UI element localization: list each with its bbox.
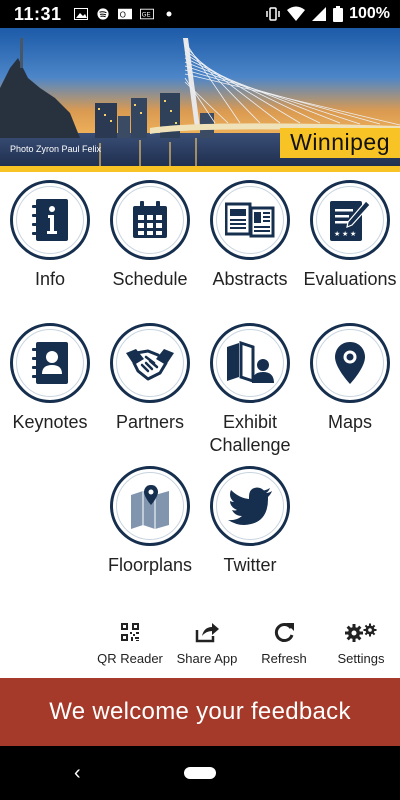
vibrate-icon — [266, 7, 280, 21]
exhibit-challenge-label: Exhibit Challenge — [200, 411, 300, 457]
wifi-icon — [287, 6, 306, 21]
abstracts-icon — [225, 202, 275, 238]
maps-tile-ring — [310, 323, 390, 403]
battery-icon — [333, 6, 344, 22]
svg-text:O: O — [119, 11, 125, 20]
info-icon — [32, 199, 68, 241]
qr-reader-label: QR Reader — [97, 651, 163, 666]
schedule-label: Schedule — [112, 269, 188, 289]
svg-text:GE: GE — [141, 12, 150, 19]
abstracts-tile[interactable]: Abstracts — [200, 180, 300, 291]
status-bar: 11:31 O GE 100% — [0, 0, 400, 28]
exhibit-challenge-label-line2: Challenge — [209, 435, 291, 455]
partners-tile-ring — [110, 323, 190, 403]
status-right: 100% — [265, 0, 390, 28]
share-app-button[interactable]: Share App — [168, 620, 246, 666]
home-pill-icon[interactable] — [184, 767, 216, 779]
system-nav-bar: ‹ — [0, 746, 400, 800]
maps-label: Maps — [327, 412, 372, 432]
keynotes-label: Keynotes — [12, 412, 88, 432]
exhibit-icon — [227, 341, 274, 384]
calendar-icon — [133, 201, 167, 238]
evaluations-tile-ring: ★ ★ ★ — [310, 180, 390, 260]
svg-text:★: ★ — [342, 230, 348, 238]
battery-percent: 100% — [349, 5, 390, 22]
refresh-button[interactable]: Refresh — [245, 620, 323, 666]
floorplans-tile-ring — [110, 466, 190, 546]
info-tile[interactable]: Info — [0, 180, 100, 291]
hero-banner: Photo Zyron Paul Felix Winnipeg — [0, 28, 400, 172]
map-pin-icon — [335, 342, 365, 384]
info-label: Info — [34, 269, 66, 289]
exhibit-challenge-tile[interactable]: Exhibit Challenge — [200, 323, 300, 457]
contact-book-icon — [32, 342, 68, 384]
twitter-icon — [228, 487, 272, 525]
settings-button[interactable]: Settings — [322, 620, 400, 666]
evaluations-icon: ★ ★ ★ — [330, 200, 371, 241]
twitter-label: Twitter — [223, 555, 277, 575]
maps-tile[interactable]: Maps — [300, 323, 400, 434]
hero-divider — [0, 166, 400, 172]
schedule-tile[interactable]: Schedule — [100, 180, 200, 291]
partners-label: Partners — [115, 412, 185, 432]
feedback-label: We welcome your feedback — [49, 698, 351, 725]
info-tile-ring — [10, 180, 90, 260]
qr-reader-button[interactable]: QR Reader — [91, 620, 169, 666]
share-icon — [195, 623, 219, 643]
keynotes-tile-ring — [10, 323, 90, 403]
abstracts-tile-ring — [210, 180, 290, 260]
floorplans-label: Floorplans — [107, 555, 193, 575]
schedule-tile-ring — [110, 180, 190, 260]
status-time: 11:31 — [14, 3, 62, 24]
settings-label: Settings — [337, 651, 385, 666]
city-name-badge: Winnipeg — [280, 128, 400, 158]
floorplans-tile[interactable]: Floorplans — [100, 466, 200, 577]
handshake-icon — [126, 349, 174, 381]
notification-icons: O GE — [73, 8, 176, 20]
photo-credit: Photo Zyron Paul Felix — [10, 144, 102, 154]
signal-icon — [312, 7, 327, 21]
exhibit-challenge-tile-ring — [210, 323, 290, 403]
refresh-label: Refresh — [261, 651, 307, 666]
svg-text:★: ★ — [350, 230, 356, 238]
evaluations-label: Evaluations — [303, 269, 397, 289]
twitter-tile-ring — [210, 466, 290, 546]
floorplan-icon — [131, 485, 169, 529]
news-icon: GE — [139, 8, 154, 20]
twitter-tile[interactable]: Twitter — [200, 466, 300, 577]
exhibit-challenge-label-line1: Exhibit — [222, 412, 278, 432]
partners-tile[interactable]: Partners — [100, 323, 200, 434]
dot-icon — [166, 11, 172, 17]
feedback-button[interactable]: We welcome your feedback — [0, 678, 400, 746]
abstracts-label: Abstracts — [212, 269, 288, 289]
back-icon[interactable]: ‹ — [74, 762, 81, 785]
refresh-icon — [274, 623, 294, 642]
keynotes-tile[interactable]: Keynotes — [0, 323, 100, 434]
qr-code-icon — [121, 623, 139, 641]
share-app-label: Share App — [176, 651, 238, 666]
spotify-icon — [96, 8, 109, 20]
svg-text:★: ★ — [334, 230, 340, 238]
evaluations-tile[interactable]: ★ ★ ★ Evaluations — [300, 180, 400, 291]
gears-icon — [345, 623, 377, 642]
outlook-icon: O — [117, 8, 132, 20]
image-icon — [73, 8, 88, 20]
